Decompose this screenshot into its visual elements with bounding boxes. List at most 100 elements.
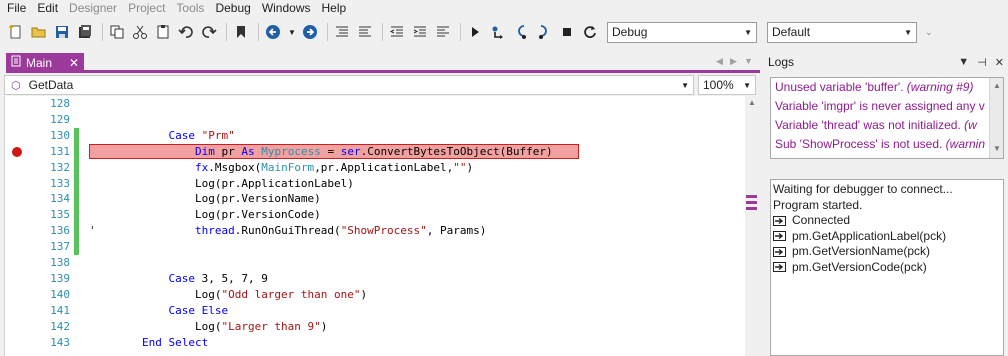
menu-designer[interactable]: Designer: [68, 0, 124, 16]
open-folder-icon[interactable]: [31, 24, 47, 40]
comment-lines-icon[interactable]: [334, 24, 350, 40]
step-over-icon[interactable]: [490, 24, 506, 40]
navigate-back-dropdown-icon[interactable]: ▼: [288, 24, 296, 40]
scroll-up-icon[interactable]: ▲: [993, 81, 1001, 90]
breakpoint-margin[interactable]: [5, 287, 25, 303]
uncomment-lines-icon[interactable]: [357, 24, 373, 40]
tab-list-icon[interactable]: ▼: [744, 56, 753, 66]
member-combo[interactable]: ⬡ GetData ▼: [4, 75, 694, 95]
menu-file[interactable]: File: [6, 0, 33, 16]
indent-icon[interactable]: [412, 24, 428, 40]
code-line[interactable]: 134 Log(pr.VersionName): [5, 191, 745, 208]
menu-debug[interactable]: Debug: [214, 0, 257, 16]
pin-icon[interactable]: ⊣: [977, 56, 987, 69]
breakpoint-margin[interactable]: [5, 303, 25, 319]
run-icon[interactable]: [467, 24, 483, 40]
outdent-icon[interactable]: [389, 24, 405, 40]
code-line[interactable]: 129: [5, 112, 745, 128]
breakpoint-margin[interactable]: [5, 335, 25, 351]
navigate-forward-icon[interactable]: [302, 24, 318, 40]
code-line[interactable]: 137: [5, 239, 745, 256]
document-tab-bar: Main ✕: [0, 51, 760, 72]
code-line[interactable]: 135 Log(pr.VersionCode): [5, 207, 745, 224]
code-line[interactable]: 142 Log("Larger than 9"): [5, 319, 745, 335]
breakpoint-margin[interactable]: [5, 319, 25, 335]
breakpoint-margin[interactable]: [5, 271, 25, 287]
breakpoint-margin[interactable]: [5, 160, 25, 176]
breakpoint-margin[interactable]: [5, 191, 25, 207]
tab-scroll-left-icon[interactable]: ◀: [716, 56, 723, 67]
step-out-icon[interactable]: [536, 24, 552, 40]
code-line[interactable]: 132 fx.Msgbox(MainForm,pr.ApplicationLab…: [5, 159, 745, 176]
code-token: Log(: [89, 287, 222, 301]
cut-icon[interactable]: [132, 24, 148, 40]
platform-combo[interactable]: Default ▼: [767, 21, 917, 43]
menu-help[interactable]: Help: [321, 0, 354, 16]
navigate-back-icon[interactable]: [265, 24, 281, 40]
toolbar-separator: [258, 23, 259, 41]
breakpoint-margin[interactable]: [5, 144, 25, 160]
code-line[interactable]: 143 End Select: [5, 335, 745, 351]
step-into-icon[interactable]: [513, 24, 529, 40]
warning-item[interactable]: Variable 'thread' was not initialized. (…: [771, 116, 1003, 135]
save-all-icon[interactable]: [77, 24, 93, 40]
tab-scroll-right-icon[interactable]: ▶: [730, 56, 737, 67]
bookmark-icon[interactable]: [233, 24, 249, 40]
menu-tools[interactable]: Tools: [175, 0, 211, 16]
code-line[interactable]: 133 Log(pr.ApplicationLabel): [5, 175, 745, 192]
log-output[interactable]: Waiting for debugger to connect... Progra…: [770, 179, 1004, 356]
close-icon[interactable]: ✕: [995, 56, 1004, 69]
redo-icon[interactable]: [201, 24, 217, 40]
menu-windows[interactable]: Windows: [261, 0, 318, 16]
close-icon[interactable]: ✕: [69, 56, 79, 70]
menu-project[interactable]: Project: [127, 0, 172, 16]
menu-edit[interactable]: Edit: [36, 0, 65, 16]
warning-item[interactable]: Sub 'ShowProcess' is not used. (warnin: [771, 135, 1003, 154]
breakpoint-icon[interactable]: [12, 146, 22, 157]
line-number: 131: [50, 144, 70, 158]
save-icon[interactable]: [54, 24, 70, 40]
change-indicator: [74, 175, 79, 192]
breakpoint-margin[interactable]: [5, 128, 25, 144]
code-line[interactable]: 131 Dim pr As Myprocess = ser.ConvertByt…: [5, 143, 745, 160]
breakpoint-margin[interactable]: [5, 207, 25, 223]
build-config-combo[interactable]: Debug ▼: [607, 21, 757, 43]
toolbar-overflow-icon[interactable]: ⌄: [925, 27, 933, 38]
copy-icon[interactable]: [109, 24, 125, 40]
undo-icon[interactable]: [178, 24, 194, 40]
code-editor[interactable]: 128 129 130 Case "Prm" 131 Dim pr As Myproc…: [4, 96, 745, 356]
code-line[interactable]: 136 ' thread.RunOnGuiThread("ShowProcess"…: [5, 223, 745, 240]
breakpoint-margin[interactable]: [5, 112, 25, 128]
code-line[interactable]: 138: [5, 255, 745, 271]
breakpoint-margin[interactable]: [5, 255, 25, 271]
code-line[interactable]: 130 Case "Prm": [5, 127, 745, 144]
breakpoint-margin[interactable]: [5, 176, 25, 192]
warning-item[interactable]: Unused variable 'buffer'. (warning #9): [771, 78, 1003, 97]
panel-menu-icon[interactable]: ▼: [958, 56, 969, 69]
code-line[interactable]: 141 Case Else: [5, 303, 745, 319]
scroll-up-icon[interactable]: ▲: [748, 98, 756, 107]
breakpoint-margin[interactable]: [5, 96, 25, 112]
new-file-icon[interactable]: [8, 24, 24, 40]
paste-icon[interactable]: [155, 24, 171, 40]
scroll-down-icon[interactable]: ▼: [993, 144, 1001, 153]
stop-icon[interactable]: [559, 24, 575, 40]
code-line[interactable]: 139 Case 3, 5, 7, 9: [5, 271, 745, 287]
breakpoint-margin[interactable]: [5, 239, 25, 255]
warning-item[interactable]: Variable 'imgpr' is never assigned any v: [771, 97, 1003, 116]
restart-icon[interactable]: [582, 24, 598, 40]
code-line[interactable]: 128: [5, 96, 745, 112]
warnings-scrollbar[interactable]: ▲ ▼: [989, 78, 1003, 158]
warnings-list[interactable]: Unused variable 'buffer'. (warning #9) Va…: [770, 77, 1004, 159]
log-text: Waiting for debugger to connect...: [773, 182, 953, 196]
format-icon[interactable]: [435, 24, 451, 40]
editor-vertical-scrollbar[interactable]: ▲: [745, 96, 759, 356]
code-line[interactable]: 140 Log("Odd larger than one"): [5, 287, 745, 303]
change-indicator: [74, 96, 79, 112]
breakpoint-margin[interactable]: [5, 223, 25, 239]
zoom-combo[interactable]: 100% ▼: [698, 75, 756, 95]
warning-text: Sub 'ShowProcess' is not used.: [775, 137, 946, 151]
